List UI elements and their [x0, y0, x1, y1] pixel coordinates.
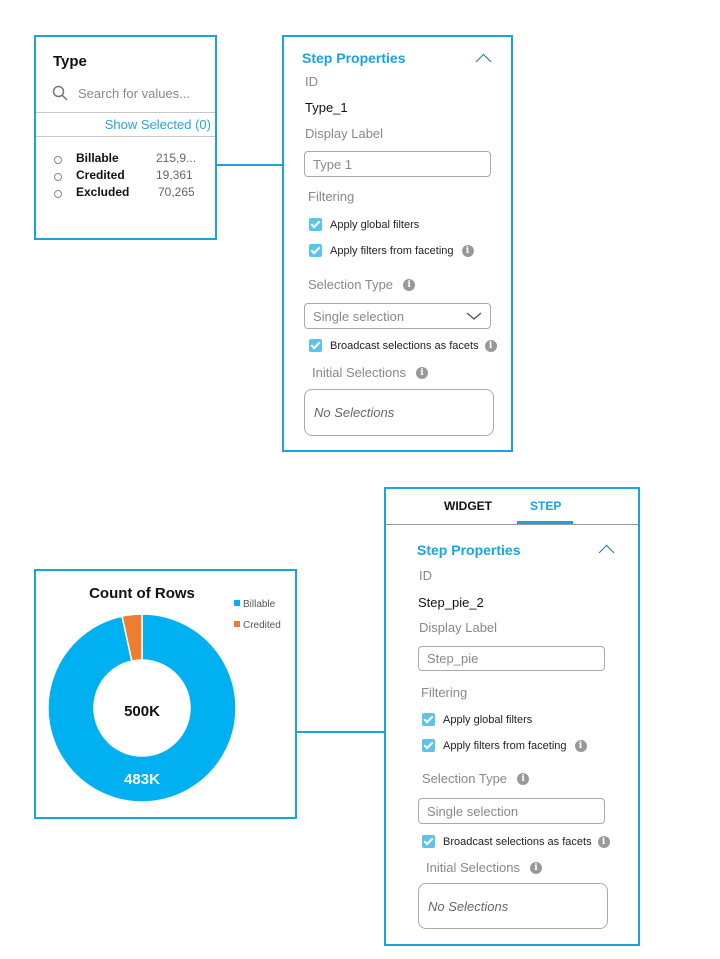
checkbox-checked-icon[interactable]	[309, 244, 322, 257]
search-input[interactable]: Search for values...	[78, 86, 190, 101]
selection-type-dropdown[interactable]: Single selection	[304, 303, 491, 329]
radio-button[interactable]	[54, 173, 62, 181]
selection-type-value: Single selection	[313, 308, 405, 324]
connector-line	[217, 164, 283, 166]
facet-item-count: 70,265	[158, 185, 195, 199]
legend-swatch-credited	[234, 621, 240, 627]
initial-selections-text: Initial Selections	[312, 365, 406, 380]
info-icon[interactable]: i	[403, 278, 416, 291]
show-selected-link[interactable]: Show Selected (0)	[105, 117, 211, 132]
facet-item-count: 19,361	[156, 168, 193, 182]
tab-step[interactable]: STEP	[530, 499, 561, 513]
facet-item-label: Excluded	[76, 185, 130, 199]
step-properties-panel: WIDGET STEP Step Properties ID Step_pie_…	[384, 487, 640, 946]
checkbox-label: Apply filters from faceting	[330, 244, 454, 257]
radio-button[interactable]	[54, 190, 62, 198]
id-value: Step_pie_2	[418, 595, 484, 610]
info-icon[interactable]: i	[461, 244, 474, 257]
legend-label-billable[interactable]: Billable	[243, 599, 276, 610]
slice-data-label: 483K	[124, 771, 160, 788]
legend-label-credited[interactable]: Credited	[243, 620, 281, 631]
tab-divider	[386, 524, 638, 525]
chevron-up-icon[interactable]	[475, 53, 492, 70]
chevron-up-icon[interactable]	[598, 544, 615, 561]
initial-selections-label: Initial Selections i	[312, 365, 428, 380]
checkbox-checked-icon[interactable]	[309, 218, 322, 231]
type-facet-panel: Type Search for values... Show Selected …	[34, 35, 217, 240]
checkbox-checked-icon[interactable]	[422, 835, 435, 848]
apply-faceting-filters-checkbox[interactable]: Apply filters from faceting i	[309, 244, 474, 257]
facet-item-label: Credited	[76, 168, 125, 182]
section-title: Step Properties	[302, 50, 406, 66]
filtering-label: Filtering	[421, 685, 468, 700]
display-label-input[interactable]: Type 1	[304, 151, 491, 177]
chevron-down-icon	[466, 312, 482, 320]
selection-type-label: Selection Type i	[308, 277, 416, 292]
facet-title: Type	[53, 53, 87, 70]
step-properties-panel: Step Properties ID Type_1 Display Label …	[282, 35, 513, 452]
broadcast-selections-checkbox[interactable]: Broadcast selections as facets i	[309, 339, 497, 352]
facet-item-count: 215,9...	[156, 151, 197, 165]
tab-widget[interactable]: WIDGET	[444, 499, 492, 513]
selection-type-text: Selection Type	[422, 771, 508, 786]
display-label-label: Display Label	[305, 126, 384, 141]
info-icon[interactable]: i	[574, 739, 587, 752]
initial-selections-box[interactable]: No Selections	[304, 389, 494, 436]
radio-button[interactable]	[54, 156, 62, 164]
info-icon[interactable]: i	[517, 772, 530, 785]
checkbox-label: Broadcast selections as facets	[443, 835, 592, 848]
selection-type-text: Selection Type	[308, 277, 394, 292]
selection-type-label: Selection Type i	[422, 771, 530, 786]
chart-widget[interactable]: Count of Rows 500K 483K Billable Credite…	[34, 569, 297, 819]
center-total-label: 500K	[124, 703, 160, 720]
checkbox-label: Apply filters from faceting	[443, 739, 567, 752]
chart-title: Count of Rows	[89, 585, 195, 602]
id-label: ID	[305, 74, 318, 89]
divider	[36, 112, 215, 113]
section-title: Step Properties	[417, 542, 521, 558]
filtering-label: Filtering	[308, 189, 355, 204]
id-label: ID	[419, 568, 432, 583]
connector-line	[297, 731, 385, 733]
initial-selections-label: Initial Selections i	[426, 860, 542, 875]
checkbox-label: Apply global filters	[443, 713, 533, 726]
facet-item[interactable]: Excluded 70,265	[54, 185, 214, 202]
info-icon[interactable]: i	[415, 366, 428, 379]
broadcast-selections-checkbox[interactable]: Broadcast selections as facets i	[422, 835, 610, 848]
initial-selections-box[interactable]: No Selections	[418, 883, 608, 929]
facet-item-label: Billable	[76, 151, 119, 165]
display-label-label: Display Label	[419, 620, 498, 635]
checkbox-label: Apply global filters	[330, 218, 420, 231]
facet-item[interactable]: Credited 19,361	[54, 168, 214, 185]
checkbox-checked-icon[interactable]	[309, 339, 322, 352]
donut-chart: Count of Rows 500K 483K Billable Credite…	[47, 585, 281, 803]
legend-swatch-billable	[234, 600, 240, 606]
facet-item[interactable]: Billable 215,9...	[54, 151, 214, 168]
display-label-input[interactable]: Step_pie	[418, 646, 605, 671]
divider	[36, 136, 215, 137]
apply-global-filters-checkbox[interactable]: Apply global filters	[422, 713, 532, 726]
id-value: Type_1	[305, 100, 348, 115]
checkbox-label: Broadcast selections as facets	[330, 339, 479, 352]
search-icon	[52, 85, 68, 101]
info-icon[interactable]: i	[529, 861, 542, 874]
initial-selections-text: Initial Selections	[426, 860, 520, 875]
apply-global-filters-checkbox[interactable]: Apply global filters	[309, 218, 419, 231]
apply-faceting-filters-checkbox[interactable]: Apply filters from faceting i	[422, 739, 587, 752]
info-icon[interactable]: i	[597, 835, 610, 848]
selection-type-dropdown[interactable]: Single selection	[418, 798, 605, 824]
checkbox-checked-icon[interactable]	[422, 739, 435, 752]
checkbox-checked-icon[interactable]	[422, 713, 435, 726]
info-icon[interactable]: i	[484, 339, 497, 352]
legend: Billable Credited	[234, 599, 281, 631]
